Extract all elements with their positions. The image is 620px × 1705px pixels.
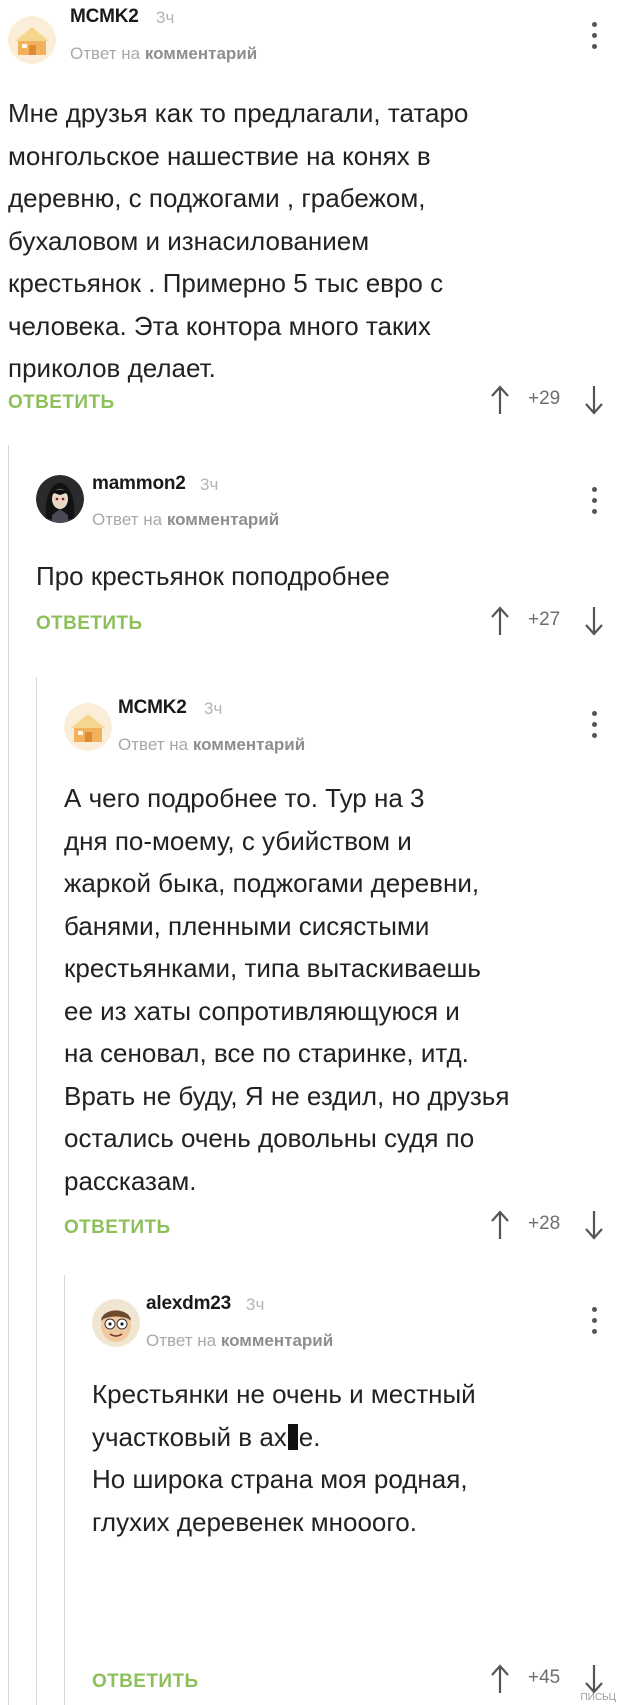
watermark: ПИСЬЦ xyxy=(580,1692,616,1703)
author-name[interactable]: alexdm23 xyxy=(146,1293,231,1315)
avatar[interactable] xyxy=(64,703,112,751)
comment-text-line: Крестьянки не очень и местный xyxy=(92,1379,476,1409)
arrow-down-icon[interactable] xyxy=(584,1209,604,1241)
comment-2: mammon2 3ч Ответ на комментарий Про крес… xyxy=(0,445,620,1705)
anime-avatar-icon xyxy=(36,475,84,523)
author-name[interactable]: MCMK2 xyxy=(70,6,139,28)
comment-3: MCMK2 3ч Ответ на комментарий А чего под… xyxy=(36,677,620,1705)
arrow-up-icon[interactable] xyxy=(490,605,510,637)
arrow-up-icon[interactable] xyxy=(490,1209,510,1241)
comment-4: alexdm23 3ч Ответ на комментарий Крестья… xyxy=(64,1275,620,1705)
comment-header: mammon2 3ч Ответ на комментарий xyxy=(36,445,620,529)
reply-to-prefix: Ответ на xyxy=(70,44,141,63)
author-name[interactable]: mammon2 xyxy=(92,473,186,495)
reply-to-link[interactable]: комментарий xyxy=(167,510,279,529)
reply-to-line: Ответ на комментарий xyxy=(92,510,279,530)
vote-controls: +29 xyxy=(470,384,620,420)
vote-score: +29 xyxy=(528,388,561,409)
comment-footer: ОТВЕТИТЬ +28 xyxy=(64,1209,620,1245)
reply-button[interactable]: ОТВЕТИТЬ xyxy=(8,392,115,414)
vote-controls: +27 xyxy=(470,605,620,641)
reply-to-prefix: Ответ на xyxy=(92,510,163,529)
more-vert-icon[interactable] xyxy=(590,711,598,745)
home-avatar-icon xyxy=(8,16,56,64)
arrow-down-icon[interactable] xyxy=(584,605,604,637)
reply-to-link[interactable]: комментарий xyxy=(221,1331,333,1350)
reply-to-line: Ответ на комментарий xyxy=(146,1331,333,1351)
comment-text: Крестьянки не очень и местный участковый… xyxy=(92,1373,476,1543)
comment-footer: ОТВЕТИТЬ +27 xyxy=(36,605,620,641)
vote-controls: +28 xyxy=(470,1209,620,1245)
reply-button[interactable]: ОТВЕТИТЬ xyxy=(36,613,143,635)
reply-to-prefix: Ответ на xyxy=(146,1331,217,1350)
comment-footer: ОТВЕТИТЬ +45 xyxy=(92,1663,620,1699)
comment-text: Про крестьянок поподробнее xyxy=(36,561,390,591)
comment-time: 3ч xyxy=(156,8,175,27)
avatar[interactable] xyxy=(36,475,84,523)
cartoon-avatar-icon xyxy=(92,1299,140,1347)
vote-score: +45 xyxy=(528,1667,561,1688)
author-name[interactable]: MCMK2 xyxy=(118,697,187,719)
reply-to-prefix: Ответ на xyxy=(118,735,189,754)
thread-line xyxy=(36,677,37,1705)
thread-line xyxy=(64,1275,65,1705)
more-vert-icon[interactable] xyxy=(590,22,598,56)
arrow-down-icon[interactable] xyxy=(584,384,604,416)
thread-line xyxy=(8,445,9,1705)
comment-text-line: участковый в ах е. xyxy=(92,1416,476,1459)
more-vert-icon[interactable] xyxy=(590,487,598,521)
comment-footer: ОТВЕТИТЬ +29 xyxy=(8,384,620,420)
comment-time: 3ч xyxy=(204,699,223,718)
reply-button[interactable]: ОТВЕТИТЬ xyxy=(64,1217,171,1239)
text-fragment: участковый в ах xyxy=(92,1421,287,1452)
comment-text: А чего подробнее то. Тур на 3 дня по-мое… xyxy=(64,783,510,1196)
arrow-up-icon[interactable] xyxy=(490,384,510,416)
censor-block xyxy=(287,1423,298,1450)
home-avatar-icon xyxy=(64,703,112,751)
arrow-up-icon[interactable] xyxy=(490,1663,510,1695)
comment-time: 3ч xyxy=(200,475,219,494)
reply-to-line: Ответ на комментарий xyxy=(118,735,305,755)
comment-header: alexdm23 3ч Ответ на комментарий xyxy=(92,1275,620,1350)
comment-1: MCMK2 3ч Ответ на комментарий Мне друзья… xyxy=(8,0,620,445)
comment-header: MCMK2 3ч Ответ на комментарий xyxy=(8,0,620,70)
reply-to-link[interactable]: комментарий xyxy=(145,44,257,63)
comment-text-line: Но широка страна моя родная, глухих дере… xyxy=(92,1464,468,1537)
comment-header: MCMK2 3ч Ответ на комментарий xyxy=(64,677,620,754)
avatar[interactable] xyxy=(92,1299,140,1347)
reply-to-line: Ответ на комментарий xyxy=(70,44,257,64)
vote-score: +27 xyxy=(528,609,561,630)
avatar[interactable] xyxy=(8,16,56,64)
comment-text: Мне друзья как то предлагали, татаро мон… xyxy=(8,98,469,383)
reply-button[interactable]: ОТВЕТИТЬ xyxy=(92,1671,199,1693)
arrow-down-icon[interactable] xyxy=(584,1663,604,1695)
reply-to-link[interactable]: комментарий xyxy=(193,735,305,754)
comment-time: 3ч xyxy=(246,1295,265,1314)
vote-score: +28 xyxy=(528,1213,561,1234)
more-vert-icon[interactable] xyxy=(590,1307,598,1341)
text-fragment: е. xyxy=(298,1421,321,1452)
